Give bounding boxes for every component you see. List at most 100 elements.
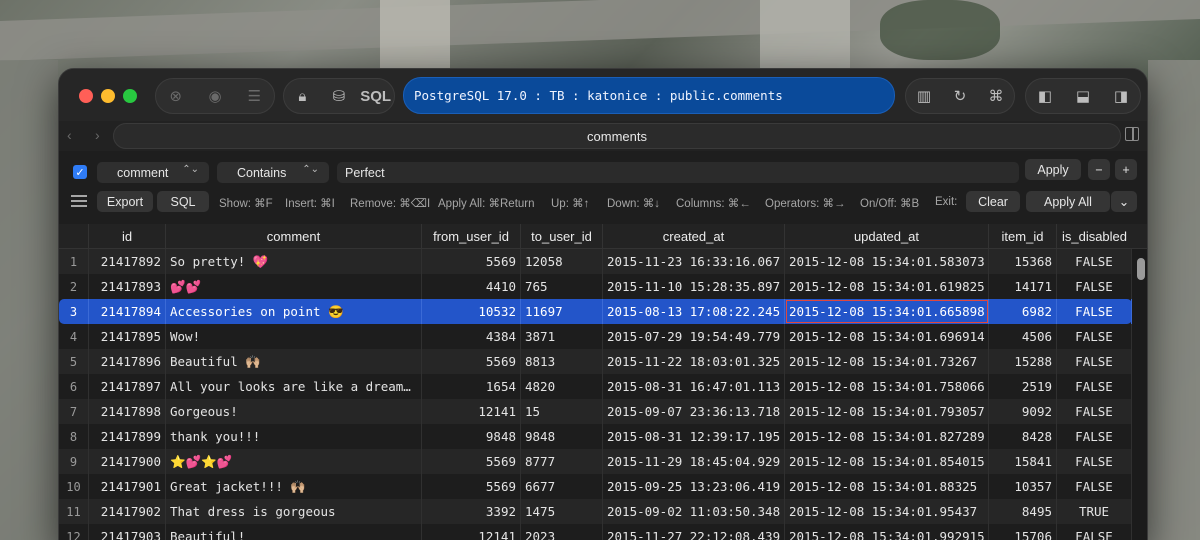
zoom-window-button[interactable]	[123, 89, 137, 103]
preview-eye-icon[interactable]: ◉	[201, 82, 229, 110]
is-disabled-cell[interactable]: FALSE	[1057, 299, 1132, 324]
minimize-window-button[interactable]	[101, 89, 115, 103]
id-cell[interactable]: 21417900	[89, 449, 166, 474]
table-row[interactable]: 4 21417895 Wow! 4384 3871 2015-07-29 19:54:49…	[59, 324, 1132, 349]
is-disabled-cell[interactable]: TRUE	[1057, 499, 1132, 524]
vertical-scrollbar[interactable]	[1135, 254, 1147, 540]
item-id-cell[interactable]: 15368	[989, 249, 1057, 274]
column-header[interactable]: created_at	[603, 224, 785, 249]
id-cell[interactable]: 21417895	[89, 324, 166, 349]
is-disabled-cell[interactable]: FALSE	[1057, 324, 1132, 349]
item-id-cell[interactable]: 10357	[989, 474, 1057, 499]
is-disabled-cell[interactable]: FALSE	[1057, 524, 1132, 540]
item-id-cell[interactable]: 9092	[989, 399, 1057, 424]
comment-cell[interactable]: Gorgeous!	[166, 399, 422, 424]
from-user-id-cell[interactable]: 3392	[422, 499, 521, 524]
sql-button[interactable]: SQL	[157, 191, 209, 212]
export-button[interactable]: Export	[97, 191, 153, 212]
filter-settings-icon[interactable]	[71, 195, 87, 207]
updated-at-cell[interactable]: 2015-12-08 15:34:01.758066	[785, 374, 989, 399]
column-header[interactable]: from_user_id	[422, 224, 521, 249]
filter-enabled-checkbox[interactable]: ✓	[73, 165, 87, 179]
table-name-tab[interactable]: comments	[113, 123, 1121, 149]
to-user-id-cell[interactable]: 12058	[521, 249, 603, 274]
from-user-id-cell[interactable]: 4384	[422, 324, 521, 349]
id-cell[interactable]: 21417897	[89, 374, 166, 399]
created-at-cell[interactable]: 2015-08-31 16:47:01.113	[603, 374, 785, 399]
table-row[interactable]: 7 21417898 Gorgeous! 12141 15 2015-09-07 23:3…	[59, 399, 1132, 424]
is-disabled-cell[interactable]: FALSE	[1057, 399, 1132, 424]
item-id-cell[interactable]: 15841	[989, 449, 1057, 474]
created-at-cell[interactable]: 2015-11-23 16:33:16.067	[603, 249, 785, 274]
column-header[interactable]: id	[89, 224, 166, 249]
column-header[interactable]: to_user_id	[521, 224, 603, 249]
id-cell[interactable]: 21417896	[89, 349, 166, 374]
close-window-button[interactable]	[79, 89, 93, 103]
is-disabled-cell[interactable]: FALSE	[1057, 374, 1132, 399]
comment-cell[interactable]: All your looks are like a dream…	[166, 374, 422, 399]
filter-value-input[interactable]: Perfect	[337, 162, 1019, 183]
id-cell[interactable]: 21417898	[89, 399, 166, 424]
apply-all-menu-button[interactable]: ⌄	[1111, 191, 1137, 212]
item-id-cell[interactable]: 2519	[989, 374, 1057, 399]
created-at-cell[interactable]: 2015-11-10 15:28:35.897	[603, 274, 785, 299]
filter-column-select[interactable]: comment ⌃⌄	[97, 162, 209, 183]
scrollbar-thumb[interactable]	[1137, 258, 1145, 280]
from-user-id-cell[interactable]: 9848	[422, 424, 521, 449]
column-header[interactable]: updated_at	[785, 224, 989, 249]
item-id-cell[interactable]: 8495	[989, 499, 1057, 524]
is-disabled-cell[interactable]: FALSE	[1057, 249, 1132, 274]
updated-at-cell[interactable]: 2015-12-08 15:34:01.665898	[785, 299, 989, 324]
created-at-cell[interactable]: 2015-11-22 18:03:01.325	[603, 349, 785, 374]
from-user-id-cell[interactable]: 12141	[422, 524, 521, 540]
comment-cell[interactable]: ⭐️💕⭐️💕	[166, 449, 422, 474]
updated-at-cell[interactable]: 2015-12-08 15:34:01.73267	[785, 349, 989, 374]
add-filter-button[interactable]: +	[1115, 159, 1137, 180]
database-icon[interactable]: ⛁	[325, 82, 353, 110]
comment-cell[interactable]: Great jacket!!! 🙌🏼	[166, 474, 422, 499]
to-user-id-cell[interactable]: 6677	[521, 474, 603, 499]
id-cell[interactable]: 21417892	[89, 249, 166, 274]
table-row[interactable]: 3 21417894 Accessories on point 😎 10532 1169…	[59, 299, 1132, 324]
updated-at-cell[interactable]: 2015-12-08 15:34:01.696914	[785, 324, 989, 349]
table-row[interactable]: 2 21417893 💕💕 4410 765 2015-11-10 15:28:35.89…	[59, 274, 1132, 299]
item-id-cell[interactable]: 15706	[989, 524, 1057, 540]
comment-cell[interactable]: thank you!!!	[166, 424, 422, 449]
updated-at-cell[interactable]: 2015-12-08 15:34:01.95437	[785, 499, 989, 524]
stop-icon[interactable]: ⊗	[162, 82, 190, 110]
to-user-id-cell[interactable]: 1475	[521, 499, 603, 524]
created-at-cell[interactable]: 2015-11-29 18:45:04.929	[603, 449, 785, 474]
updated-at-cell[interactable]: 2015-12-08 15:34:01.583073	[785, 249, 989, 274]
table-row[interactable]: 12 21417903 Beautiful! 12141 2023 2015-11-27 …	[59, 524, 1132, 540]
comment-cell[interactable]: Accessories on point 😎	[166, 299, 422, 324]
apply-filter-button[interactable]: Apply	[1025, 159, 1081, 180]
to-user-id-cell[interactable]: 3871	[521, 324, 603, 349]
bottom-panel-toggle-icon[interactable]: ⬓	[1069, 82, 1097, 110]
table-row[interactable]: 11 21417902 That dress is gorgeous 3392 1475…	[59, 499, 1132, 524]
apply-all-button[interactable]: Apply All	[1026, 191, 1110, 212]
updated-at-cell[interactable]: 2015-12-08 15:34:01.88325	[785, 474, 989, 499]
id-cell[interactable]: 21417902	[89, 499, 166, 524]
column-header[interactable]: comment	[166, 224, 422, 249]
item-id-cell[interactable]: 15288	[989, 349, 1057, 374]
updated-at-cell[interactable]: 2015-12-08 15:34:01.992915	[785, 524, 989, 540]
to-user-id-cell[interactable]: 765	[521, 274, 603, 299]
from-user-id-cell[interactable]: 12141	[422, 399, 521, 424]
id-cell[interactable]: 21417903	[89, 524, 166, 540]
item-id-cell[interactable]: 6982	[989, 299, 1057, 324]
from-user-id-cell[interactable]: 5569	[422, 474, 521, 499]
refresh-icon[interactable]: ↻	[946, 82, 974, 110]
table-row[interactable]: 1 21417892 So pretty! 💖 5569 12058 2015-11-23…	[59, 249, 1132, 274]
column-header[interactable]: item_id	[989, 224, 1057, 249]
comment-cell[interactable]: 💕💕	[166, 274, 422, 299]
created-at-cell[interactable]: 2015-09-07 23:36:13.718	[603, 399, 785, 424]
table-row[interactable]: 9 21417900 ⭐️💕⭐️💕 5569 8777 2015-11-29 18:45:…	[59, 449, 1132, 474]
is-disabled-cell[interactable]: FALSE	[1057, 474, 1132, 499]
comment-cell[interactable]: Beautiful!	[166, 524, 422, 540]
to-user-id-cell[interactable]: 9848	[521, 424, 603, 449]
comment-cell[interactable]: Beautiful 🙌🏼	[166, 349, 422, 374]
id-cell[interactable]: 21417893	[89, 274, 166, 299]
from-user-id-cell[interactable]: 1654	[422, 374, 521, 399]
item-id-cell[interactable]: 14171	[989, 274, 1057, 299]
table-row[interactable]: 10 21417901 Great jacket!!! 🙌🏼 5569 6677 2015…	[59, 474, 1132, 499]
